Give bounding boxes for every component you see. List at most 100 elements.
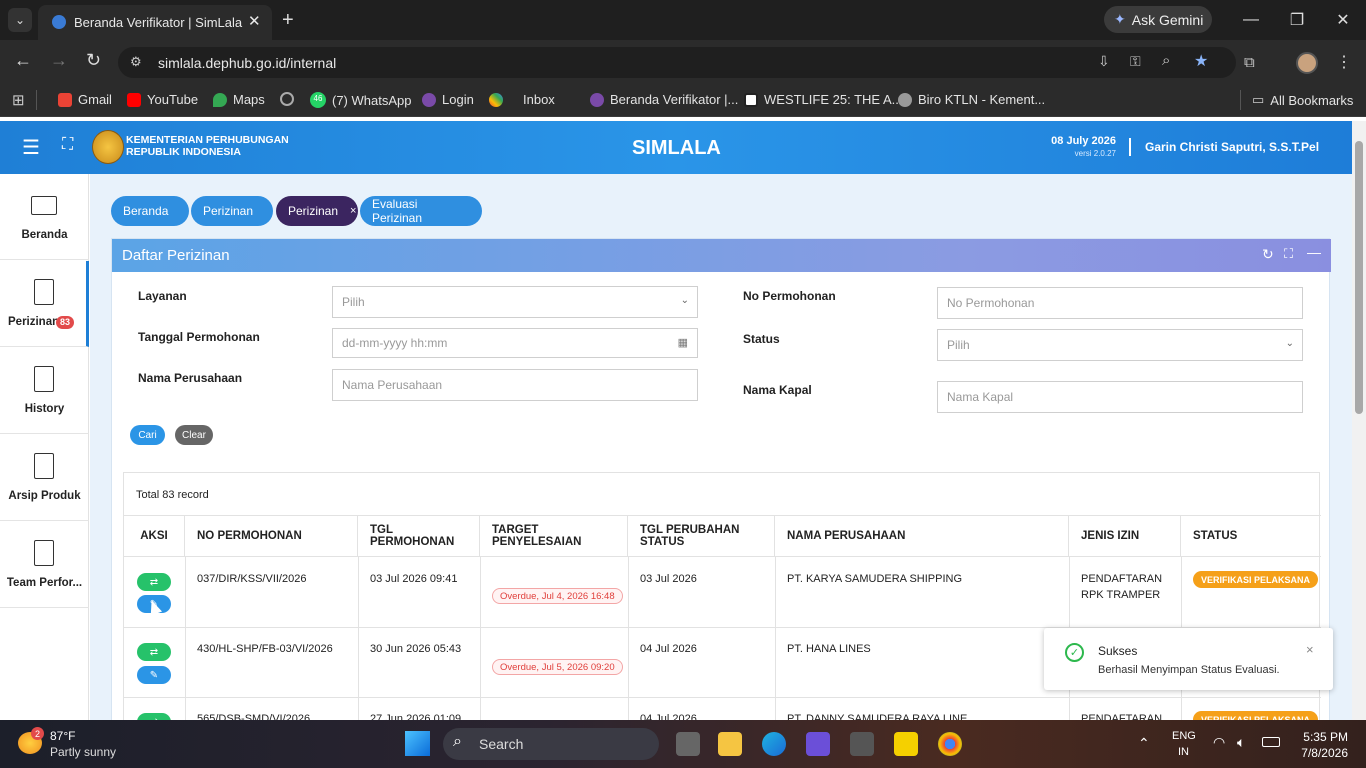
fullscreen-icon[interactable]: ⛶	[62, 136, 73, 154]
bookmark-westlife[interactable]: WESTLIFE 25: THE A...	[744, 92, 902, 107]
col-header[interactable]: JENIS IZIN	[1069, 515, 1181, 557]
nama-perusahaan-label: Nama Perusahaan	[138, 371, 243, 385]
col-header[interactable]: NAMA PERUSAHAAN	[775, 515, 1069, 557]
toast-close-icon[interactable]: ×	[1306, 642, 1314, 657]
wifi-icon[interactable]: ◠	[1213, 734, 1225, 751]
omnibox[interactable]: ⚙ simlala.dephub.go.id/internal ⇩ ⚿ ⌕ ★	[118, 47, 1236, 78]
refresh-icon[interactable]: ↻	[1262, 246, 1274, 263]
sticky-notes-icon[interactable]	[894, 732, 918, 756]
whatsapp-icon: 46	[310, 92, 326, 108]
bookmark-inbox[interactable]: Inbox	[489, 92, 555, 107]
volume-icon[interactable]: 🔈︎	[1237, 734, 1245, 751]
collapse-icon[interactable]: —	[1307, 244, 1321, 260]
tab-search-button[interactable]: ⌄	[8, 8, 32, 32]
no-permohonan-placeholder: No Permohonan	[947, 296, 1035, 310]
col-header[interactable]: NO PERMOHONAN	[185, 515, 358, 557]
status-select[interactable]: Pilih ⌄	[937, 329, 1303, 361]
chrome-icon[interactable]	[938, 732, 962, 756]
scrollbar-thumb[interactable]	[1355, 141, 1363, 414]
bookmark-login[interactable]: Login	[422, 92, 474, 107]
ask-gemini-button[interactable]: ✦ Ask Gemini	[1104, 6, 1212, 33]
nama-kapal-input[interactable]: Nama Kapal	[937, 381, 1303, 413]
reload-icon[interactable]: ↻	[86, 50, 101, 71]
col-header[interactable]: STATUS	[1181, 515, 1321, 557]
apps-grid-icon[interactable]: ⊞	[12, 91, 25, 109]
close-icon[interactable]: ×	[350, 205, 356, 217]
no-permohonan-input[interactable]: No Permohonan	[937, 287, 1303, 319]
language-line1[interactable]: ENG	[1172, 730, 1196, 742]
layanan-select[interactable]: Pilih ⌄	[332, 286, 698, 318]
bookmark-whatsapp[interactable]: 46 (7) WhatsApp	[310, 92, 411, 108]
bookmark-gmail[interactable]: Gmail	[58, 92, 112, 107]
col-header[interactable]: TARGET PENYELESAIAN	[480, 515, 628, 557]
windows-start-icon[interactable]	[405, 731, 430, 756]
sidebar-item-perizinan[interactable]: Perizinan 83	[0, 261, 89, 347]
clear-button[interactable]: Clear	[175, 425, 213, 445]
hamburger-menu-icon[interactable]: ☰	[22, 135, 40, 160]
user-name[interactable]: Garin Christi Saputri, S.S.T.Pel	[1145, 140, 1319, 154]
col-header[interactable]: TGL PERUBAHAN STATUS	[628, 515, 775, 557]
bookmark-star-icon[interactable]: ★	[1194, 51, 1208, 71]
edge-icon[interactable]	[762, 732, 786, 756]
app-icon[interactable]	[806, 732, 830, 756]
minimize-icon[interactable]: —	[1228, 0, 1274, 40]
no-permohonan-label: No Permohonan	[743, 289, 836, 303]
bookmark-beranda[interactable]: Beranda Verifikator |...	[590, 92, 738, 107]
nama-perusahaan-input[interactable]: Nama Perusahaan	[332, 369, 698, 401]
change-status-button[interactable]: ⇄	[137, 643, 171, 661]
tanggal-placeholder: dd-mm-yyyy hh:mm	[342, 336, 448, 350]
change-status-button[interactable]: ⇄	[137, 713, 171, 720]
menu-dots-icon[interactable]: ⋮	[1336, 52, 1352, 72]
site-info-icon[interactable]: ⚙	[130, 54, 142, 70]
maximize-icon[interactable]: ❐	[1274, 0, 1320, 40]
bookmark-maps[interactable]: Maps	[213, 92, 265, 107]
profile-avatar[interactable]	[1296, 52, 1318, 74]
camera-icon[interactable]	[850, 732, 874, 756]
zoom-icon[interactable]: ⌕	[1162, 52, 1170, 69]
sidebar-item-beranda[interactable]: Beranda	[0, 174, 89, 260]
ask-gemini-label: Ask Gemini	[1131, 11, 1204, 28]
new-tab-icon[interactable]: +	[282, 9, 294, 32]
expand-icon[interactable]: ⛶	[1284, 246, 1293, 262]
globe-icon[interactable]	[280, 92, 294, 106]
close-tab-icon[interactable]: ✕	[248, 12, 261, 30]
all-bookmarks[interactable]: ▭ All Bookmarks	[1252, 92, 1353, 108]
file-explorer-icon[interactable]	[718, 732, 742, 756]
cari-button[interactable]: Cari	[130, 425, 165, 445]
tanggal-input[interactable]: dd-mm-yyyy hh:mm ▦	[332, 328, 698, 358]
battery-icon[interactable]	[1262, 737, 1280, 747]
clock-date[interactable]: 7/8/2026	[1292, 746, 1348, 760]
clock-time[interactable]: 5:35 PM	[1296, 730, 1348, 744]
sidebar-item-label: Beranda	[21, 229, 68, 241]
password-key-icon[interactable]: ⚿	[1130, 53, 1141, 70]
app-header: ☰ ⛶ KEMENTERIAN PERHUBUNGAN REPUBLIK IND…	[0, 121, 1352, 174]
taskbar-search[interactable]: ⌕ Search	[443, 728, 659, 760]
bookmark-youtube[interactable]: YouTube	[127, 92, 198, 107]
forward-icon[interactable]: →	[50, 50, 68, 71]
edit-button[interactable]: ✎	[137, 666, 171, 684]
bookmark-biro-ktln[interactable]: Biro KTLN - Kement...	[898, 92, 1045, 107]
back-icon[interactable]: ←	[14, 50, 32, 71]
breadcrumb-beranda[interactable]: Beranda	[111, 196, 189, 226]
ministry-logo	[92, 130, 124, 164]
cell-perusahaan: PT. KARYA SAMUDERA SHIPPING	[787, 573, 963, 585]
page-scrollbar[interactable]	[1352, 121, 1366, 720]
breadcrumb-evaluasi[interactable]: Evaluasi Perizinan	[360, 196, 482, 226]
sidebar-item-arsip-produk[interactable]: Arsip Produk	[0, 435, 89, 521]
col-header[interactable]: TGL PERMOHONAN	[358, 515, 480, 557]
breadcrumb-perizinan-active[interactable]: Perizinan ×	[276, 196, 358, 226]
sidebar-item-history[interactable]: History	[0, 348, 89, 434]
bookmark-label: Biro KTLN - Kement...	[918, 92, 1046, 107]
bookmark-label: WESTLIFE 25: THE A...	[764, 92, 903, 107]
browser-tab[interactable]: Beranda Verifikator | SimLala ✕	[38, 5, 272, 40]
change-status-button[interactable]: ⇄	[137, 573, 171, 591]
tray-overflow-icon[interactable]: ⌃	[1138, 735, 1150, 752]
breadcrumb-perizinan[interactable]: Perizinan	[191, 196, 273, 226]
close-window-icon[interactable]: ✕	[1320, 0, 1366, 40]
task-view-icon[interactable]	[676, 732, 700, 756]
extensions-icon[interactable]: ⧉	[1244, 54, 1255, 71]
language-line2[interactable]: IN	[1178, 746, 1189, 758]
sidebar-item-team-performance[interactable]: Team Perfor...	[0, 522, 89, 608]
col-header: AKSI	[124, 515, 185, 557]
install-icon[interactable]: ⇩	[1098, 53, 1110, 70]
